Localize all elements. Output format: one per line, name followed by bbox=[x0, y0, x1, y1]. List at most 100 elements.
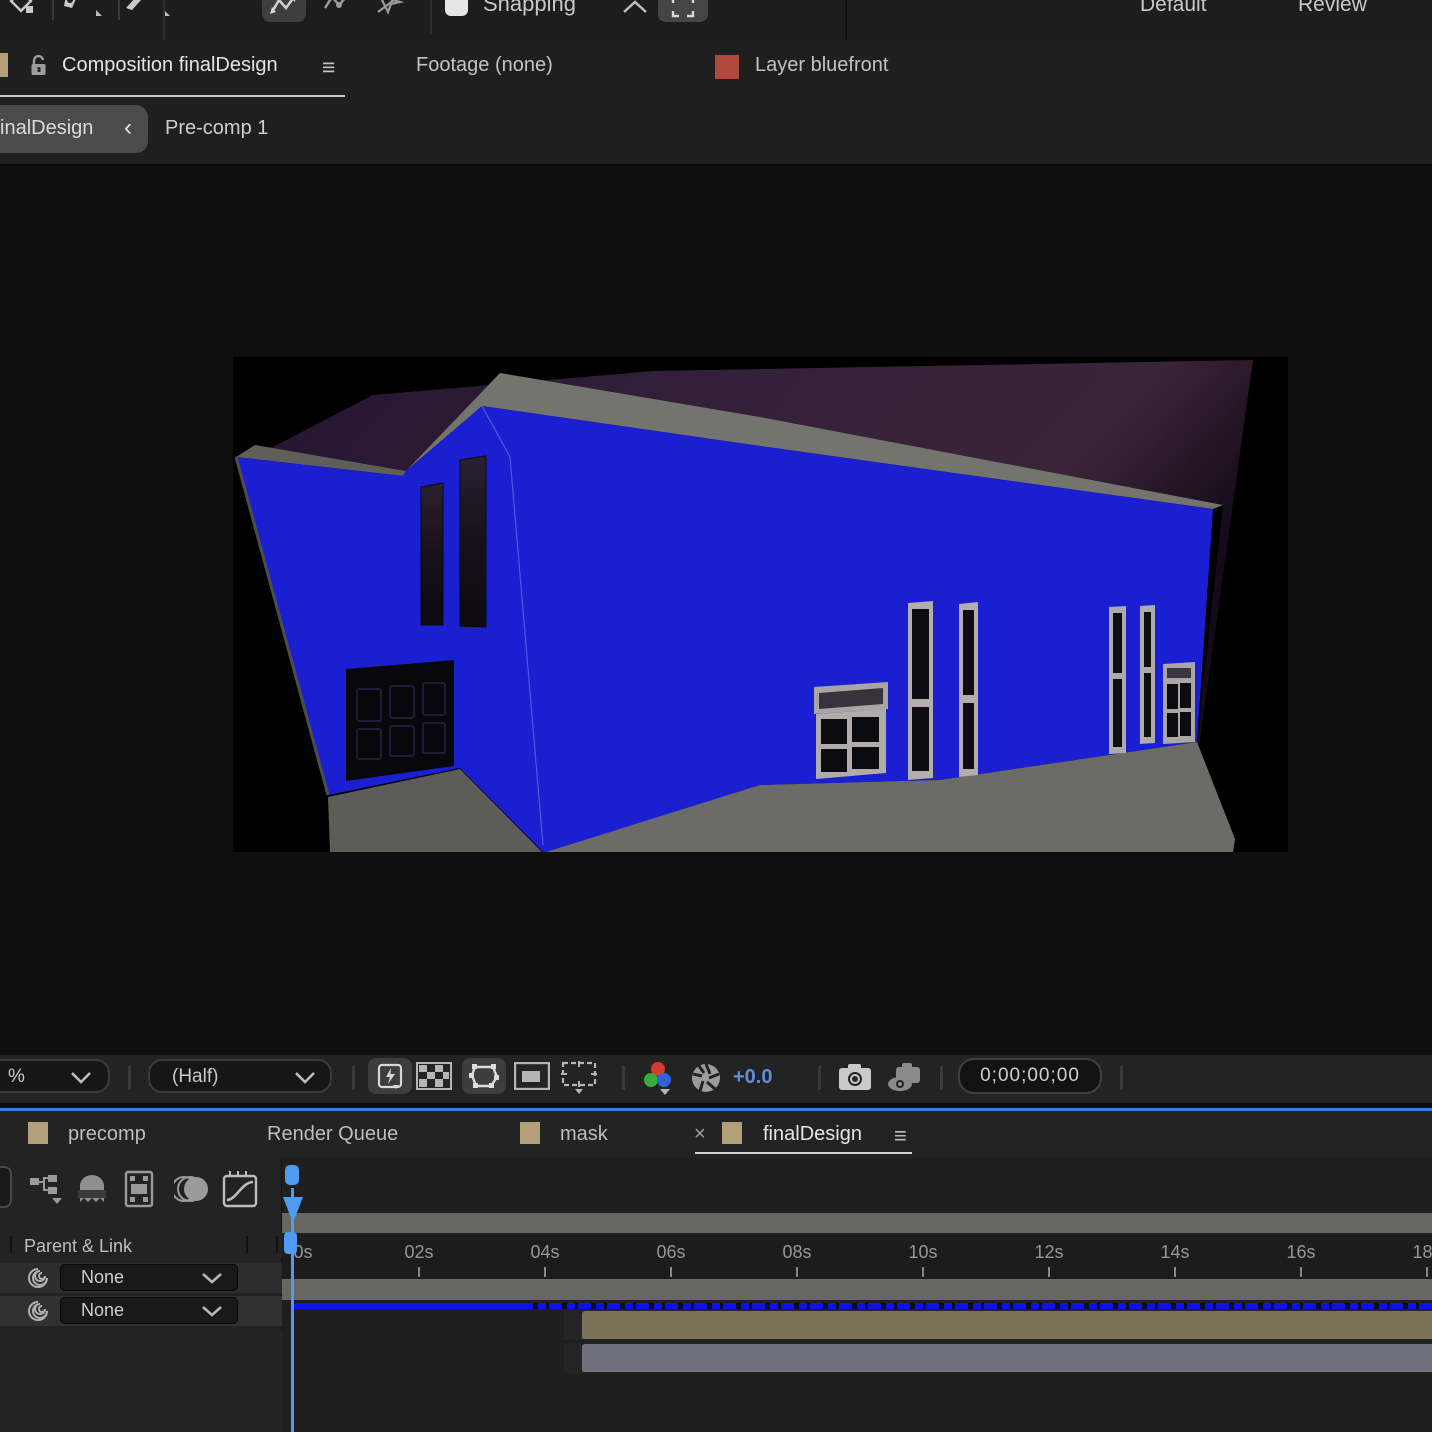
tab-finaldesign[interactable]: finalDesign bbox=[763, 1123, 862, 1146]
parent-value: None bbox=[81, 1267, 124, 1288]
tab-layer-bluefront[interactable]: Layer bluefront bbox=[755, 54, 888, 77]
parent-link-label: Parent & Link bbox=[24, 1236, 132, 1257]
layer-track-2 bbox=[564, 1343, 1432, 1373]
toolbar-separator bbox=[118, 0, 120, 20]
caret-up-icon[interactable] bbox=[622, 0, 648, 16]
parent-value: None bbox=[81, 1300, 124, 1321]
pen-tool-icon[interactable] bbox=[56, 0, 104, 20]
layer-bar-2[interactable] bbox=[582, 1344, 1432, 1372]
expand-button[interactable] bbox=[658, 0, 708, 22]
orbit-camera-icon bbox=[269, 0, 299, 18]
building-door-small bbox=[1163, 662, 1195, 744]
pick-whip-icon[interactable] bbox=[27, 1267, 49, 1289]
magnification-dropdown[interactable]: % bbox=[0, 1059, 110, 1093]
expand-icon bbox=[671, 0, 695, 18]
mask-visibility-button[interactable] bbox=[462, 1058, 506, 1094]
playhead-marker[interactable] bbox=[283, 1197, 303, 1223]
breadcrumb-current-label: Pre-comp 1 bbox=[165, 117, 268, 140]
time-navigator-bar[interactable] bbox=[282, 1213, 1432, 1233]
timeline-ruler-zone: 0s 02s 04s 06s 08s 10s 12s 14s 16s 18s bbox=[282, 1158, 1432, 1432]
comp-render-3d-building bbox=[233, 357, 1288, 852]
tab-render-queue[interactable]: Render Queue bbox=[267, 1123, 398, 1146]
transparency-grid-icon bbox=[416, 1062, 452, 1090]
exposure-value[interactable]: +0.0 bbox=[733, 1066, 772, 1089]
work-area-bar[interactable] bbox=[282, 1279, 1432, 1300]
toolbar-group-separator bbox=[163, 0, 165, 40]
chevron-down-icon bbox=[294, 1071, 316, 1085]
ruler-label: 10s bbox=[901, 1242, 945, 1263]
toolbar-separator bbox=[1120, 1066, 1123, 1090]
snapping-checkbox[interactable] bbox=[445, 0, 468, 16]
layer-row-1-controls: None bbox=[0, 1263, 282, 1293]
exposure-aperture-icon bbox=[690, 1062, 722, 1094]
tab-footage-none[interactable]: Footage (none) bbox=[416, 54, 553, 77]
chevron-down-icon bbox=[201, 1305, 223, 1318]
snapping-label: Snapping bbox=[483, 0, 576, 17]
region-of-interest-icon bbox=[514, 1062, 550, 1090]
current-time-field[interactable]: 0;00;00;00 bbox=[958, 1058, 1102, 1094]
cache-indicator-solid bbox=[293, 1303, 520, 1309]
panel-menu-icon[interactable]: ≡ bbox=[322, 54, 335, 81]
time-ruler[interactable]: 0s 02s 04s 06s 08s 10s 12s 14s 16s 18s bbox=[282, 1235, 1432, 1281]
fast-preview-icon bbox=[377, 1063, 403, 1089]
active-tab-underline bbox=[0, 95, 345, 97]
dolly-camera-icon[interactable] bbox=[376, 0, 406, 18]
fast-preview-button[interactable] bbox=[368, 1058, 412, 1094]
mask-visibility-icon bbox=[469, 1063, 499, 1089]
comp-swatch bbox=[722, 1122, 742, 1144]
close-icon[interactable]: × bbox=[694, 1123, 706, 1146]
pan-camera-icon[interactable] bbox=[322, 0, 354, 18]
show-snapshot-button[interactable] bbox=[886, 1063, 924, 1093]
frame-blend-ghost-icon[interactable] bbox=[76, 1172, 108, 1206]
pick-whip-icon[interactable] bbox=[27, 1300, 49, 1322]
playhead-line[interactable] bbox=[291, 1188, 294, 1432]
tab-composition-finaldesign[interactable]: Composition finalDesign bbox=[62, 54, 278, 77]
composition-breadcrumb: inalDesign ‹ Pre-comp 1 bbox=[0, 103, 1432, 166]
panel-menu-icon[interactable]: ≡ bbox=[894, 1123, 907, 1149]
toolbar-separator bbox=[940, 1066, 943, 1090]
building-door-white bbox=[814, 682, 888, 779]
transparency-grid-button[interactable] bbox=[416, 1062, 452, 1090]
search-box-edge[interactable] bbox=[0, 1166, 12, 1208]
channels-button[interactable] bbox=[640, 1060, 676, 1096]
prev-tab-swatch bbox=[0, 53, 8, 77]
orbit-camera-button[interactable] bbox=[262, 0, 306, 22]
exposure-button[interactable] bbox=[690, 1062, 722, 1094]
after-effects-app: Snapping Default Review Composition fina… bbox=[0, 0, 1432, 1432]
workspace-review[interactable]: Review bbox=[1298, 0, 1367, 17]
lock-open-icon[interactable] bbox=[28, 54, 50, 78]
workspace-default[interactable]: Default bbox=[1140, 0, 1207, 17]
comp-swatch bbox=[520, 1122, 540, 1144]
graph-editor-icon[interactable] bbox=[222, 1170, 258, 1208]
active-tab-underline bbox=[695, 1152, 912, 1154]
take-snapshot-button[interactable] bbox=[838, 1063, 874, 1091]
resolution-dropdown[interactable]: (Half) bbox=[148, 1059, 332, 1093]
chevron-down-icon bbox=[70, 1071, 92, 1085]
filmstrip-icon[interactable] bbox=[124, 1170, 154, 1208]
toolbar-separator bbox=[128, 1066, 131, 1090]
playhead-workarea-handle[interactable] bbox=[284, 1232, 297, 1254]
region-of-interest-button[interactable] bbox=[514, 1062, 550, 1090]
rotate-tool-icon[interactable] bbox=[6, 0, 36, 16]
tab-mask[interactable]: mask bbox=[560, 1123, 608, 1146]
guides-button[interactable] bbox=[560, 1060, 600, 1094]
playhead-navigator-handle[interactable] bbox=[285, 1165, 299, 1185]
timeline-panel: precomp Render Queue mask × finalDesign … bbox=[0, 1111, 1432, 1432]
layer-track-1 bbox=[564, 1310, 1432, 1340]
channels-rgb-icon bbox=[640, 1060, 676, 1096]
toolbar-separator bbox=[430, 0, 432, 34]
tab-precomp[interactable]: precomp bbox=[68, 1123, 146, 1146]
layer-bar-1[interactable] bbox=[582, 1311, 1432, 1339]
parent-dropdown-1[interactable]: None bbox=[60, 1264, 238, 1291]
comp-swatch bbox=[28, 1122, 48, 1144]
comp-flowchart-icon[interactable] bbox=[28, 1174, 68, 1208]
chevron-left-icon: ‹ bbox=[124, 114, 132, 142]
ruler-label: 18s bbox=[1405, 1242, 1432, 1263]
composition-viewer[interactable] bbox=[0, 166, 1432, 1055]
parent-dropdown-2[interactable]: None bbox=[60, 1297, 238, 1324]
guides-icon bbox=[560, 1060, 600, 1094]
parent-link-header: Parent & Link bbox=[0, 1232, 282, 1258]
top-toolbar: Snapping Default Review bbox=[0, 0, 1432, 42]
breadcrumb-back-button[interactable]: inalDesign ‹ bbox=[0, 105, 148, 153]
motion-blur-icon[interactable] bbox=[174, 1172, 210, 1206]
